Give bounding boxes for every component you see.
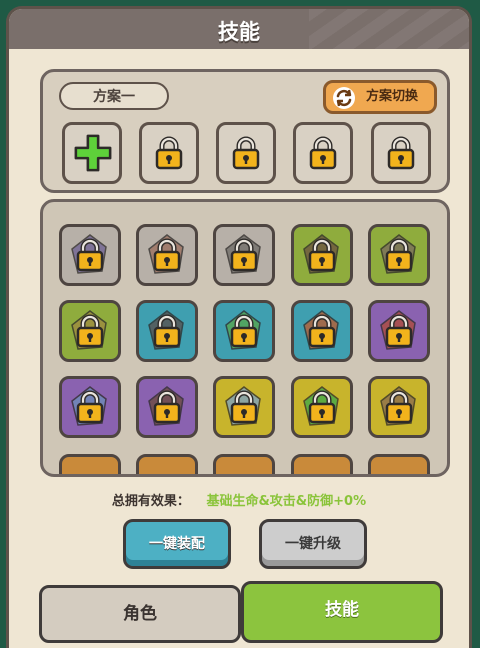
skill-card[interactable] bbox=[213, 300, 275, 362]
lock-icon bbox=[230, 390, 258, 424]
skill-card[interactable] bbox=[213, 224, 275, 286]
lock-icon bbox=[230, 314, 258, 348]
skill-card[interactable] bbox=[291, 224, 353, 286]
effect-label: 总拥有效果： bbox=[111, 494, 190, 509]
lock-icon bbox=[308, 238, 336, 272]
preset-slot-locked[interactable] bbox=[371, 122, 431, 184]
lock-icon bbox=[232, 136, 260, 170]
lock-icon bbox=[385, 314, 413, 348]
skill-card[interactable] bbox=[368, 300, 430, 362]
skill-card[interactable] bbox=[136, 300, 198, 362]
skill-card[interactable] bbox=[136, 454, 198, 474]
switch-icon bbox=[333, 87, 355, 109]
preset-slot-locked[interactable] bbox=[293, 122, 353, 184]
tab-role[interactable]: 角色 bbox=[39, 585, 241, 643]
skill-card[interactable] bbox=[136, 376, 198, 438]
lock-icon bbox=[76, 314, 104, 348]
skill-card[interactable] bbox=[291, 300, 353, 362]
skill-card[interactable] bbox=[59, 300, 121, 362]
skill-grid bbox=[40, 199, 450, 477]
plus-icon bbox=[74, 134, 112, 172]
page-title: 技能 bbox=[218, 20, 260, 44]
skill-card[interactable] bbox=[291, 376, 353, 438]
skill-card[interactable] bbox=[59, 454, 121, 474]
lock-icon bbox=[308, 390, 336, 424]
lock-icon bbox=[76, 390, 104, 424]
skill-panel: 技能 方案一 方案切换 总拥有效果： 基础生命&攻击&防御+0% 一键装配 一键… bbox=[6, 6, 472, 648]
skill-card[interactable] bbox=[368, 224, 430, 286]
skill-card[interactable] bbox=[291, 454, 353, 474]
lock-icon bbox=[153, 238, 181, 272]
lock-icon bbox=[385, 238, 413, 272]
lock-icon bbox=[230, 238, 258, 272]
preset-slot-locked[interactable] bbox=[216, 122, 276, 184]
skill-card[interactable] bbox=[368, 454, 430, 474]
preset-box: 方案一 方案切换 bbox=[40, 69, 450, 193]
lock-icon bbox=[155, 136, 183, 170]
lock-icon bbox=[76, 238, 104, 272]
tab-skill[interactable]: 技能 bbox=[241, 581, 443, 643]
preset-switch-button[interactable]: 方案切换 bbox=[323, 80, 437, 114]
preset-name[interactable]: 方案一 bbox=[59, 82, 169, 110]
title-bar: 技能 bbox=[9, 9, 469, 49]
effect-value: 基础生命&攻击&防御+0% bbox=[206, 494, 367, 509]
auto-equip-button[interactable]: 一键装配 bbox=[123, 519, 231, 569]
skill-card[interactable] bbox=[368, 376, 430, 438]
skill-card[interactable] bbox=[59, 224, 121, 286]
preset-slot-locked[interactable] bbox=[139, 122, 199, 184]
lock-icon bbox=[385, 390, 413, 424]
auto-upgrade-button[interactable]: 一键升级 bbox=[259, 519, 367, 569]
bottom-tab-bar: 角色 技能 bbox=[39, 581, 451, 648]
lock-icon bbox=[309, 136, 337, 170]
skill-card[interactable] bbox=[213, 376, 275, 438]
lock-icon bbox=[308, 314, 336, 348]
skill-card[interactable] bbox=[136, 224, 198, 286]
lock-icon bbox=[153, 314, 181, 348]
preset-slot-add[interactable] bbox=[62, 122, 122, 184]
preset-switch-label: 方案切换 bbox=[366, 89, 419, 104]
total-effect: 总拥有效果： 基础生命&攻击&防御+0% bbox=[9, 490, 469, 509]
lock-icon bbox=[387, 136, 415, 170]
skill-card[interactable] bbox=[59, 376, 121, 438]
lock-icon bbox=[153, 390, 181, 424]
skill-card[interactable] bbox=[213, 454, 275, 474]
